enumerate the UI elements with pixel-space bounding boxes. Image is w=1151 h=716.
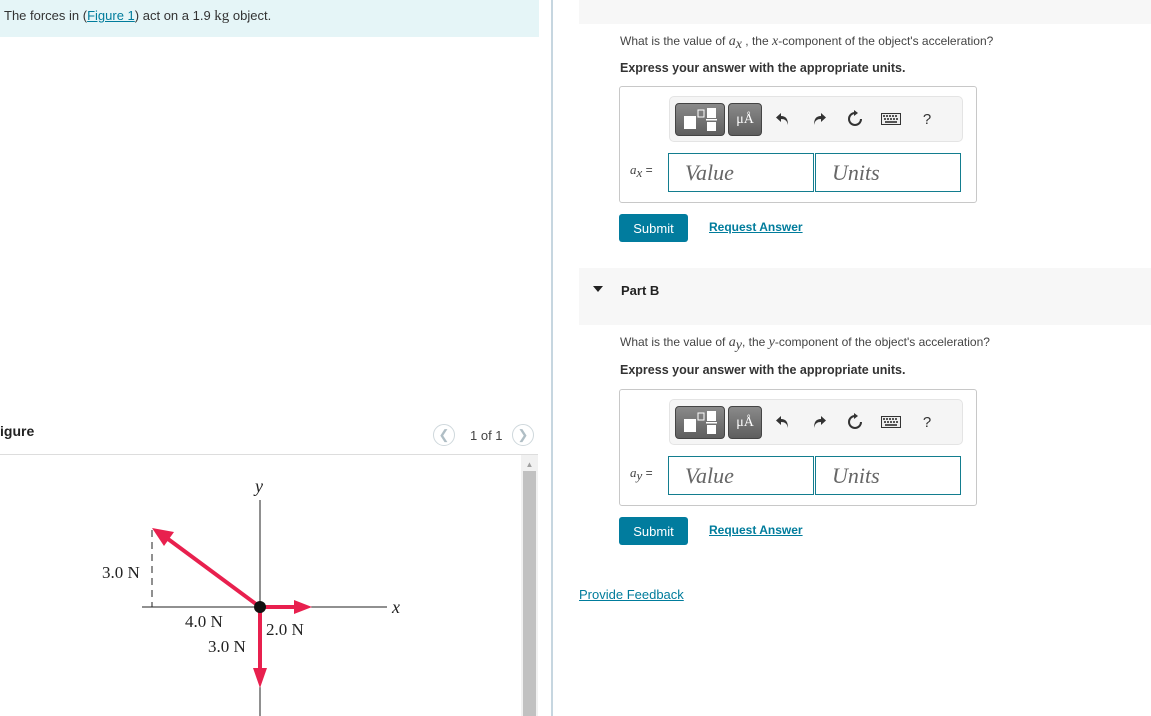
chevron-right-icon: ❯ bbox=[517, 427, 529, 442]
scroll-up-arrow-icon[interactable]: ▲ bbox=[521, 459, 538, 469]
part-a-question: What is the value of ax , the x-componen… bbox=[620, 34, 993, 53]
provide-feedback-link[interactable]: Provide Feedback bbox=[579, 587, 684, 602]
part-b-math-toolbar: μÅ ? bbox=[669, 399, 963, 445]
question-variable: a bbox=[728, 335, 736, 350]
intro-prefix: The forces in ( bbox=[4, 8, 88, 23]
part-b-value-input[interactable] bbox=[668, 456, 814, 495]
previous-figure-button[interactable]: ❮ bbox=[433, 424, 455, 446]
part-a-math-toolbar: μÅ ? bbox=[669, 96, 963, 142]
help-icon[interactable]: ? bbox=[914, 409, 940, 435]
reset-icon[interactable] bbox=[842, 409, 868, 435]
figure-panel-title: igure bbox=[0, 423, 35, 439]
object-dot bbox=[254, 601, 266, 613]
redo-icon[interactable] bbox=[806, 106, 832, 132]
figure-scrollbar[interactable]: ▲ bbox=[521, 455, 538, 716]
part-a-variable-label: ax = bbox=[630, 162, 653, 181]
part-a-request-answer-link[interactable]: Request Answer bbox=[709, 220, 803, 234]
part-a-answer-box: μÅ ? ax = bbox=[619, 86, 977, 203]
templates-button[interactable] bbox=[675, 406, 725, 439]
question-text: What is the value of bbox=[620, 335, 729, 349]
mass-unit: kg bbox=[214, 8, 230, 24]
undo-icon[interactable] bbox=[770, 106, 796, 132]
part-b-variable-label: ay = bbox=[630, 465, 653, 484]
undo-icon[interactable] bbox=[770, 409, 796, 435]
question-text: What is the value of bbox=[620, 34, 729, 48]
figure-header-divider bbox=[0, 454, 538, 455]
part-a-units-input[interactable] bbox=[815, 153, 961, 192]
x-axis-label: x bbox=[391, 597, 400, 617]
scrollbar-thumb[interactable] bbox=[523, 471, 536, 716]
keyboard-icon[interactable] bbox=[878, 106, 904, 132]
problem-intro-text: The forces in (Figure 1) act on a 1.9 kg… bbox=[4, 8, 271, 25]
part-a-submit-button[interactable]: Submit bbox=[619, 214, 688, 242]
y-axis-label: y bbox=[253, 476, 263, 496]
right-force-arrowhead bbox=[294, 600, 312, 614]
part-b-answer-box: μÅ ? ay = bbox=[619, 389, 977, 506]
part-b-units-input[interactable] bbox=[815, 456, 961, 495]
part-b-request-answer-link[interactable]: Request Answer bbox=[709, 523, 803, 537]
figure-link[interactable]: Figure 1 bbox=[87, 8, 135, 23]
help-icon[interactable]: ? bbox=[914, 106, 940, 132]
down-force-arrowhead bbox=[253, 668, 267, 688]
units-button[interactable]: μÅ bbox=[728, 406, 762, 439]
equals-sign: = bbox=[642, 163, 653, 177]
part-a-header-band bbox=[579, 0, 1151, 24]
part-b-header-band[interactable] bbox=[579, 268, 1151, 325]
intro-suffix: object. bbox=[229, 8, 272, 23]
pane-divider[interactable] bbox=[551, 0, 553, 716]
equals-sign: = bbox=[642, 466, 653, 480]
question-text: , the bbox=[741, 335, 769, 349]
part-a-instruction: Express your answer with the appropriate… bbox=[620, 61, 906, 75]
part-b-submit-button[interactable]: Submit bbox=[619, 517, 688, 545]
question-text: -component of the object's acceleration? bbox=[774, 335, 990, 349]
intro-mass: ) act on a 1.9 bbox=[134, 8, 215, 23]
down-force-label: 3.0 N bbox=[208, 637, 246, 656]
question-text: , the bbox=[741, 34, 772, 48]
keyboard-icon[interactable] bbox=[878, 409, 904, 435]
next-figure-button[interactable]: ❯ bbox=[512, 424, 534, 446]
diagonal-force-arrow-shaft bbox=[162, 534, 262, 609]
part-b-instruction: Express your answer with the appropriate… bbox=[620, 363, 906, 377]
diagonal-horizontal-component-label: 4.0 N bbox=[185, 612, 223, 631]
question-variable: a bbox=[728, 34, 736, 49]
part-a-value-input[interactable] bbox=[668, 153, 814, 192]
reset-icon[interactable] bbox=[842, 106, 868, 132]
templates-icon bbox=[684, 108, 717, 131]
force-diagram: y x 3.0 N 4.0 N 2.0 N 3.0 N bbox=[102, 476, 400, 716]
templates-button[interactable] bbox=[675, 103, 725, 136]
figure-pagination: 1 of 1 bbox=[470, 428, 503, 443]
templates-icon bbox=[684, 411, 717, 434]
chevron-left-icon: ❮ bbox=[438, 427, 450, 442]
redo-icon[interactable] bbox=[806, 409, 832, 435]
diagonal-vertical-component-label: 3.0 N bbox=[102, 563, 140, 582]
units-button[interactable]: μÅ bbox=[728, 103, 762, 136]
right-force-label: 2.0 N bbox=[266, 620, 304, 639]
problem-intro-banner: The forces in (Figure 1) act on a 1.9 kg… bbox=[0, 0, 539, 37]
collapse-caret-icon[interactable] bbox=[593, 286, 603, 292]
part-b-question: What is the value of ay, the y-component… bbox=[620, 335, 990, 354]
question-text: -component of the object's acceleration? bbox=[778, 34, 994, 48]
part-b-header[interactable]: Part B bbox=[621, 283, 659, 298]
